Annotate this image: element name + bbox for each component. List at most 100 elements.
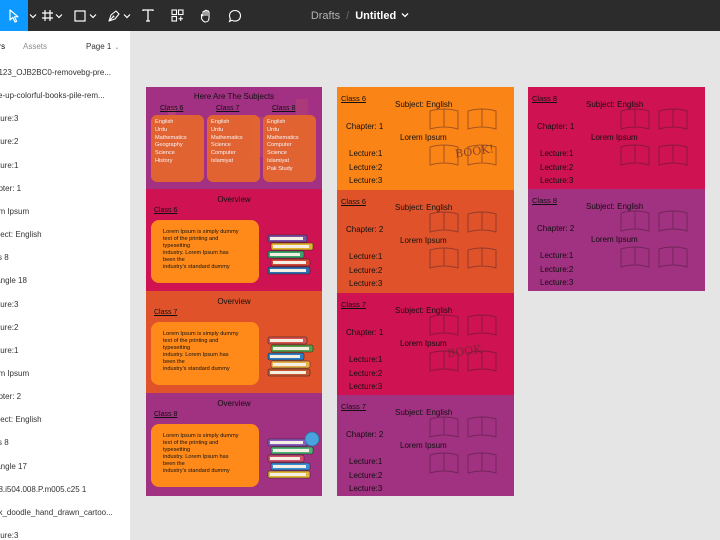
- subject-item: Islamiyat: [267, 157, 290, 164]
- layer-item[interactable]: cture:2: [0, 135, 18, 149]
- shape-tool-button[interactable]: [69, 0, 91, 31]
- rectangle-icon: [74, 9, 86, 22]
- move-tool-button[interactable]: [0, 0, 28, 31]
- subject-list: English Urdu Mathematics Science Computer Isl…: [211, 119, 243, 166]
- subject-item: English: [267, 119, 286, 125]
- card-lorem: Lorem Ipsum: [400, 339, 447, 348]
- file-name[interactable]: Untitled: [355, 10, 396, 22]
- book-stack-illustration: [267, 234, 314, 275]
- text-tool-button[interactable]: [137, 0, 159, 31]
- chapter-card[interactable]: Class 6 Subject: English Chapter: 2 Lorem I…: [337, 190, 514, 293]
- book-stack-illustration: [267, 431, 320, 479]
- subject-item: Islamiyat: [211, 157, 234, 164]
- layer-item[interactable]: tangle 18: [0, 274, 27, 288]
- layer-item[interactable]: cture:3: [0, 298, 18, 312]
- card-chapter: Chapter: 1: [346, 328, 384, 337]
- layer-item[interactable]: cture:1: [0, 344, 18, 358]
- subjects-section[interactable]: Here Are The Subjects Class 6 English Urdu…: [146, 87, 322, 189]
- layer-item[interactable]: em Ipsum: [0, 367, 29, 381]
- card-lecture: Lecture:3: [540, 278, 574, 287]
- frame-tool-caret[interactable]: [55, 0, 63, 31]
- components-icon: [170, 9, 184, 22]
- card-lecture: Lecture:3: [349, 484, 383, 493]
- card-lecture: Lecture:3: [349, 279, 383, 288]
- layer-item[interactable]: apter: 1: [0, 182, 21, 196]
- card-lecture: Lecture:2: [540, 162, 574, 172]
- chapter-card[interactable]: Class 7 Subject: English Chapter: 2 Lorem I…: [337, 395, 514, 496]
- breadcrumb-drafts[interactable]: Drafts: [311, 10, 340, 22]
- panel-tabs: ers Assets Page 1⌄: [0, 31, 130, 63]
- pen-tool-button[interactable]: [103, 0, 125, 31]
- card-chapter: Chapter: 2: [346, 225, 384, 234]
- layer-item[interactable]: ss 8: [0, 436, 9, 450]
- resources-tool-button[interactable]: [166, 0, 188, 31]
- overview-text-line: typesetting: [163, 242, 191, 249]
- overview-text-line: been the: [163, 460, 185, 467]
- layer-item[interactable]: em Ipsum: [0, 205, 29, 219]
- overview-text-line: text of the printing and: [163, 439, 219, 446]
- overview-text-card[interactable]: Lorem Ipsum is simply dummy text of the p…: [151, 424, 259, 487]
- subject-item: Pak Study: [267, 165, 293, 172]
- file-menu-chevron-icon[interactable]: [401, 11, 409, 20]
- card-chapter: Chapter: 2: [346, 430, 384, 439]
- subject-list-card[interactable]: English Urdu Mathematics Science Computer Isl…: [207, 115, 260, 182]
- layer-item[interactable]: ss 8: [0, 251, 9, 265]
- comment-tool-button[interactable]: [224, 0, 246, 31]
- overview-text-card[interactable]: Lorem Ipsum is simply dummy text of the p…: [151, 322, 259, 385]
- card-lecture: Lecture:2: [349, 162, 383, 172]
- card-lorem: Lorem Ipsum: [591, 133, 638, 142]
- overview-text-line: Lorem Ipsum is simply dummy: [163, 331, 239, 337]
- chevron-down-icon: [55, 13, 63, 18]
- overview-text-line: Lorem Ipsum is simply dummy: [163, 433, 239, 439]
- layer-item[interactable]: ok_doodle_hand_drawn_cartoo...: [0, 506, 113, 520]
- chapter-card[interactable]: Class 6 Subject: English Chapter: 1 Lorem I…: [337, 87, 514, 190]
- overview-title: Overview: [217, 195, 251, 204]
- overview-section[interactable]: Overview Class 6 Lorem Ipsum is simply dum…: [146, 189, 322, 291]
- layer-item[interactable]: 08.i504.008.P.m005.c25 1: [0, 483, 86, 497]
- chapter-card[interactable]: Class 8 Subject: English Chapter: 2 Lorem I…: [528, 189, 705, 291]
- frame-class-8-chapters[interactable]: Class 8 Subject: English Chapter: 1 Lorem I…: [528, 87, 705, 291]
- overview-text-line: text of the printing and: [163, 235, 219, 242]
- tab-layers[interactable]: ers: [0, 42, 5, 51]
- subject-item: History: [155, 157, 173, 164]
- overview-title: Overview: [217, 399, 251, 408]
- overview-text-line: been the: [163, 256, 185, 263]
- chapter-card[interactable]: Class 8 Subject: English Chapter: 1 Lorem I…: [528, 87, 705, 189]
- overview-text-line: text of the printing and: [163, 337, 219, 344]
- layer-item[interactable]: cture:2: [0, 321, 18, 335]
- card-subject: Subject: English: [395, 408, 453, 417]
- layer-item[interactable]: cture:3: [0, 112, 18, 126]
- overview-text-line: typesetting: [163, 344, 191, 351]
- pen-tool-caret[interactable]: [123, 0, 131, 31]
- overview-class-label: Class 8: [154, 411, 178, 418]
- page-selector[interactable]: Page 1 ⌄: [86, 42, 119, 51]
- frame-subjects-overview[interactable]: Here Are The Subjects Class 6 English Urdu…: [146, 87, 322, 496]
- subject-list-card[interactable]: English Urdu Mathematics Geography Science Hi…: [151, 115, 204, 182]
- layer-item[interactable]: se-up-colorful-books-pile-rem...: [0, 89, 105, 103]
- tab-assets[interactable]: Assets: [23, 42, 47, 51]
- card-subject: Subject: English: [586, 100, 644, 109]
- hand-tool-button[interactable]: [195, 0, 217, 31]
- design-canvas[interactable]: Here Are The Subjects Class 6 English Urdu…: [131, 31, 720, 540]
- layer-item[interactable]: 0123_OJB2BC0-removebg-pre...: [0, 66, 111, 80]
- subject-item: Science: [155, 150, 175, 157]
- chapter-card[interactable]: Class 7 Subject: English Chapter: 1 Lorem I…: [337, 293, 514, 395]
- overview-section[interactable]: Overview Class 8 Lorem Ipsum is simply dum…: [146, 393, 322, 496]
- shape-tool-caret[interactable]: [89, 0, 97, 31]
- chevron-down-icon: [89, 13, 97, 18]
- subject-item: Urdu: [155, 126, 168, 133]
- subject-list-card[interactable]: English Urdu Mathematics Computer Science Isl…: [263, 115, 316, 182]
- comment-icon: [228, 9, 242, 23]
- card-lecture: Lecture:2: [349, 470, 383, 480]
- overview-text-card[interactable]: Lorem Ipsum is simply dummy text of the p…: [151, 220, 259, 283]
- card-lorem: Lorem Ipsum: [591, 235, 638, 244]
- layer-item[interactable]: tangle 17: [0, 460, 27, 474]
- layer-item[interactable]: bject: English: [0, 413, 42, 427]
- frame-class-6-7-chapters[interactable]: Class 6 Subject: English Chapter: 1 Lorem I…: [337, 87, 514, 496]
- overview-section[interactable]: Overview Class 7 Lorem Ipsum is simply dum…: [146, 291, 322, 393]
- layer-item[interactable]: apter: 2: [0, 390, 21, 404]
- layer-item[interactable]: cture:1: [0, 159, 18, 173]
- class-column-heading: Class 8: [272, 105, 296, 112]
- layer-item[interactable]: cture:3: [0, 529, 18, 540]
- layer-item[interactable]: bject: English: [0, 228, 42, 242]
